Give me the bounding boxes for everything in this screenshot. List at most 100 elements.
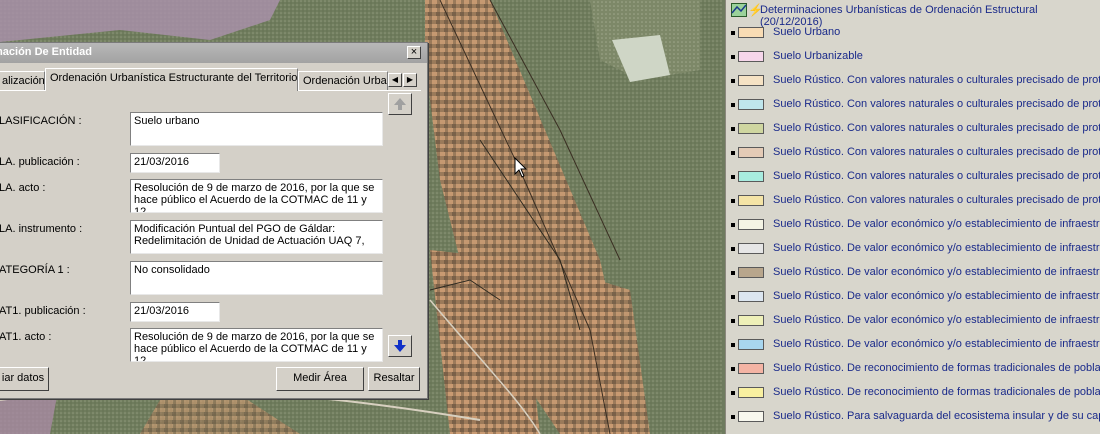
bullet-icon (731, 343, 735, 347)
bullet-icon (731, 151, 735, 155)
legend-item[interactable]: Suelo Rústico. De valor económico y/o es… (726, 238, 1100, 262)
arrow-down-icon (394, 340, 406, 352)
legend-item[interactable]: Suelo Rústico. De valor económico y/o es… (726, 262, 1100, 286)
legend-item-label: Suelo Rústico. De valor económico y/o es… (773, 218, 1100, 230)
legend-swatch (738, 267, 764, 278)
tab-ordenacion-urbanistica[interactable]: Ordenación Urba (298, 71, 388, 90)
legend-item-label: Suelo Rústico. De valor económico y/o es… (773, 242, 1100, 254)
legend-swatch (738, 243, 764, 254)
legend-swatch (738, 291, 764, 302)
legend-swatch (738, 27, 764, 38)
bullet-icon (731, 319, 735, 323)
bullet-icon (731, 223, 735, 227)
clasificacion-field[interactable]: Suelo urbano (130, 112, 383, 146)
legend-item-label: Suelo Urbano (773, 26, 841, 38)
cla-instrumento-label: LA. instrumento : (0, 223, 83, 235)
bullet-icon (731, 79, 735, 83)
legend-item-label: Suelo Rústico. Con valores naturales o c… (773, 146, 1100, 158)
scroll-up-button[interactable] (388, 93, 412, 115)
bullet-icon (731, 391, 735, 395)
legend-item[interactable]: Suelo Rústico. De valor económico y/o es… (726, 214, 1100, 238)
dialog-title: mación De Entidad (0, 46, 93, 58)
dialog-titlebar[interactable]: mación De Entidad × (0, 43, 427, 63)
legend-swatch (738, 219, 764, 230)
legend-item-label: Suelo Rústico. Con valores naturales o c… (773, 122, 1100, 134)
legend-item[interactable]: Suelo Rústico. De valor económico y/o es… (726, 286, 1100, 310)
entity-info-dialog: mación De Entidad × alización Ordenación… (0, 42, 428, 399)
cat1-acto-field[interactable]: Resolución de 9 de marzo de 2016, por la… (130, 328, 383, 362)
categoria1-label: ATEGORÍA 1 : (0, 264, 70, 276)
legend-item-label: Suelo Rústico. Para salvaguarda del ecos… (773, 410, 1100, 422)
legend-item[interactable]: Suelo Rústico. De valor económico y/o es… (726, 310, 1100, 334)
tab-scroll-right-button[interactable]: ▶ (403, 73, 417, 87)
tab-scroll-left-button[interactable]: ◀ (388, 73, 402, 87)
legend-item[interactable]: Suelo Rústico. Para salvaguarda del ecos… (726, 406, 1100, 430)
legend-swatch (738, 315, 764, 326)
legend-item[interactable]: Suelo Rústico. Con valores naturales o c… (726, 190, 1100, 214)
legend-item-label: Suelo Rústico. Con valores naturales o c… (773, 170, 1100, 182)
mouse-cursor-icon (514, 157, 528, 178)
bullet-icon (731, 295, 735, 299)
bullet-icon (731, 247, 735, 251)
legend-item[interactable]: Suelo Rústico. Con valores naturales o c… (726, 166, 1100, 190)
legend-header[interactable]: ⚡ Determinaciones Urbanísticas de Ordena… (726, 0, 1100, 28)
bullet-icon (731, 175, 735, 179)
legend-item-label: Suelo Rústico. Con valores naturales o c… (773, 98, 1100, 110)
legend-swatch (738, 363, 764, 374)
legend-item[interactable]: Suelo Rústico. Con valores naturales o c… (726, 118, 1100, 142)
tab-panel: LASIFICACIÓN : Suelo urbano LA. publicac… (0, 90, 421, 363)
legend-item[interactable]: Suelo Rústico. Con valores naturales o c… (726, 70, 1100, 94)
legend-swatch (738, 339, 764, 350)
legend-item[interactable]: Suelo Rústico. De reconocimiento de form… (726, 358, 1100, 382)
bullet-icon (731, 367, 735, 371)
tab-ordenacion-estructurante[interactable]: Ordenación Urbanística Estructurante del… (45, 68, 298, 91)
cat1-publicacion-field[interactable]: 21/03/2016 (130, 302, 220, 322)
cla-instrumento-field[interactable]: Modificación Puntual del PGO de Gáldar: … (130, 220, 383, 254)
vertical-scrollbar[interactable] (386, 91, 414, 359)
legend-item-label: Suelo Urbanizable (773, 50, 863, 62)
scroll-down-button[interactable] (388, 335, 412, 357)
legend-swatch (738, 411, 764, 422)
layer-map-icon (731, 3, 747, 17)
bullet-icon (731, 415, 735, 419)
legend-item-label: Suelo Rústico. De valor económico y/o es… (773, 290, 1100, 302)
legend-item-label: Suelo Rústico. De valor económico y/o es… (773, 266, 1100, 278)
close-button[interactable]: × (407, 46, 421, 59)
legend-item-label: Suelo Rústico. De valor económico y/o es… (773, 314, 1100, 326)
cat1-publicacion-label: AT1. publicación : (0, 305, 86, 317)
clasificacion-label: LASIFICACIÓN : (0, 115, 82, 127)
bullet-icon (731, 199, 735, 203)
legend-item-label: Suelo Rústico. De reconocimiento de form… (773, 386, 1100, 398)
arrow-up-icon (394, 98, 406, 110)
legend-swatch (738, 99, 764, 110)
legend-panel: ⚡ Determinaciones Urbanísticas de Ordena… (725, 0, 1100, 434)
cla-publicacion-label: LA. publicación : (0, 156, 80, 168)
legend-swatch (738, 123, 764, 134)
legend-item[interactable]: Suelo Urbano (726, 22, 1100, 46)
highlight-button[interactable]: Resaltar (368, 367, 420, 391)
legend-item-label: Suelo Rústico. De valor económico y/o es… (773, 338, 1100, 350)
legend-item[interactable]: Suelo Rústico. De valor económico y/o es… (726, 334, 1100, 358)
legend-swatch (738, 147, 764, 158)
cla-acto-field[interactable]: Resolución de 9 de marzo de 2016, por la… (130, 179, 383, 213)
legend-swatch (738, 171, 764, 182)
bullet-icon (731, 103, 735, 107)
bullet-icon (731, 271, 735, 275)
legend-swatch (738, 75, 764, 86)
categoria1-field[interactable]: No consolidado (130, 261, 383, 295)
legend-item[interactable]: Suelo Rústico. Con valores naturales o c… (726, 142, 1100, 166)
legend-item[interactable]: Suelo Rústico. De reconocimiento de form… (726, 382, 1100, 406)
copy-data-button[interactable]: iar datos (0, 367, 49, 391)
bullet-icon (731, 31, 735, 35)
cla-acto-label: LA. acto : (0, 182, 46, 194)
measure-area-button[interactable]: Medir Área (276, 367, 364, 391)
legend-item[interactable]: Suelo Rústico. Con valores naturales o c… (726, 94, 1100, 118)
legend-swatch (738, 51, 764, 62)
tab-actualizacion[interactable]: alización (0, 71, 45, 90)
bullet-icon (731, 55, 735, 59)
legend-item-label: Suelo Rústico. Con valores naturales o c… (773, 194, 1100, 206)
cla-publicacion-field[interactable]: 21/03/2016 (130, 153, 220, 173)
legend-item-label: Suelo Rústico. De reconocimiento de form… (773, 362, 1100, 374)
cat1-acto-label: AT1. acto : (0, 331, 52, 343)
legend-item[interactable]: Suelo Urbanizable (726, 46, 1100, 70)
